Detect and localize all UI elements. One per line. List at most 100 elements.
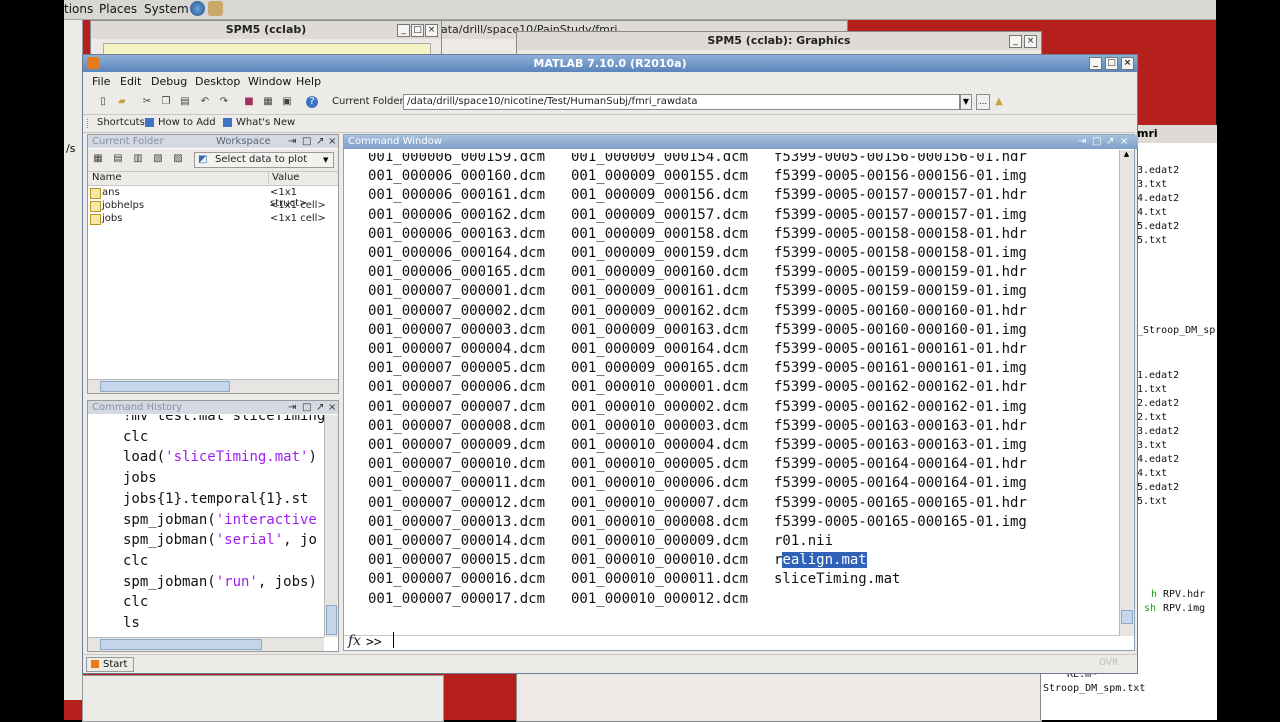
workspace-undock-icon[interactable]: ⇥ (288, 135, 296, 148)
delete-variable-icon[interactable]: ▨ (172, 153, 184, 165)
spm5-graphics-close-button[interactable]: × (1024, 35, 1037, 48)
cmdwin-pin-icon[interactable]: ↗ (1106, 135, 1114, 149)
cut-icon[interactable]: ✂ (141, 96, 153, 108)
history-undock-icon[interactable]: ⇥ (288, 401, 296, 414)
right-file-entry[interactable]: 4.txt (1137, 468, 1167, 479)
history-entry[interactable]: !mv test.mat sliceTiming (123, 415, 324, 424)
right-file-entry[interactable]: 4.txt (1137, 207, 1167, 218)
history-hscrollbar[interactable] (88, 637, 324, 651)
spm5-maximize-button[interactable]: □ (411, 24, 424, 37)
places-menu[interactable]: Places (99, 2, 137, 16)
workspace-close-icon[interactable]: × (328, 135, 336, 148)
history-entry[interactable]: spm_jobman('interactive (123, 512, 317, 528)
system-menu[interactable]: System (144, 2, 189, 16)
open-folder-icon[interactable]: ▰ (116, 96, 128, 108)
cmdwin-vscroll-thumb[interactable] (1121, 610, 1133, 624)
up-folder-icon[interactable]: ▲ (993, 96, 1005, 108)
right-file-entry[interactable]: 5.edat2 (1137, 482, 1179, 493)
history-pin-icon[interactable]: ↗ (316, 401, 324, 414)
tab-current-folder[interactable]: Current Folder (92, 136, 164, 147)
command-prompt-row[interactable]: fx >> (344, 632, 1119, 650)
right-file-entry[interactable]: 4.edat2 (1137, 454, 1179, 465)
workspace-col-name[interactable]: Name (92, 172, 122, 183)
matlab-close-button[interactable]: × (1121, 57, 1134, 70)
function-browser-icon[interactable]: fx (348, 633, 361, 649)
print-workspace-icon[interactable]: ▧ (152, 153, 164, 165)
menu-window[interactable]: Window (248, 75, 291, 88)
right-file-entry[interactable]: 2.txt (1137, 412, 1167, 423)
right-file-entry[interactable]: 3.txt (1137, 440, 1167, 451)
help-icon[interactable]: ? (306, 96, 318, 108)
spm5-minimize-button[interactable]: _ (397, 24, 410, 37)
right-file-entry[interactable]: 5.txt (1137, 235, 1167, 246)
folder-dropdown-icon[interactable]: ▼ (960, 94, 972, 110)
right-file-entry[interactable]: 1.edat2 (1137, 370, 1179, 381)
open-variable-icon[interactable]: ▤ (112, 153, 124, 165)
history-entry[interactable]: clc (123, 553, 148, 569)
cmdwin-scroll-up-icon[interactable]: ▲ (1121, 150, 1132, 161)
history-vscrollbar[interactable] (324, 415, 338, 637)
right-file-entry[interactable]: 3.txt (1137, 179, 1167, 190)
spm5-graphics-minimize-button[interactable]: _ (1009, 35, 1022, 48)
right-file-entry[interactable]: 3.edat2 (1137, 165, 1179, 176)
plot-selector[interactable]: ◩ Select data to plot ▼ (194, 152, 334, 168)
menu-file[interactable]: File (92, 75, 110, 88)
workspace-row[interactable]: ans <1x1 struct> (88, 187, 336, 209)
right-file-entry[interactable]: 3.edat2 (1137, 426, 1179, 437)
history-entry[interactable]: spm_jobman('run', jobs) (123, 574, 317, 590)
right-file-entry[interactable]: 5.edat2 (1137, 221, 1179, 232)
new-file-icon[interactable]: ▯ (97, 96, 109, 108)
right-file-entry[interactable]: 2.edat2 (1137, 398, 1179, 409)
command-window[interactable]: Command Window ⇥ □ ↗ × 001_000006_000159… (343, 134, 1138, 651)
history-vscroll-thumb[interactable] (326, 605, 337, 635)
workspace-row[interactable]: jobs <1x1 cell> (88, 213, 336, 226)
right-file-entry[interactable]: 4.edat2 (1137, 193, 1179, 204)
matlab-minimize-button[interactable]: _ (1089, 57, 1102, 70)
how-to-add-link[interactable]: How to Add (158, 117, 216, 128)
applications-menu[interactable]: tions (64, 2, 93, 16)
history-entry[interactable]: clc (123, 594, 148, 610)
mail-launcher-icon[interactable] (208, 1, 223, 16)
right-file-entry[interactable]: 5.txt (1137, 496, 1167, 507)
undo-icon[interactable]: ↶ (199, 96, 211, 108)
workspace-row[interactable]: jobhelps <1x1 cell> (88, 200, 336, 213)
history-close-icon[interactable]: × (328, 401, 336, 414)
workspace-hscroll-thumb[interactable] (100, 381, 230, 392)
menu-desktop[interactable]: Desktop (195, 75, 240, 88)
history-entry[interactable]: jobs{1}.temporal{1}.st (123, 491, 308, 507)
save-workspace-icon[interactable]: ▥ (132, 153, 144, 165)
workspace-hscrollbar[interactable] (88, 379, 338, 393)
matlab-maximize-button[interactable]: □ (1105, 57, 1118, 70)
start-button[interactable]: Start (86, 657, 135, 672)
history-entry[interactable]: spm_jobman('serial', jo (123, 532, 317, 548)
workspace-pin-icon[interactable]: ↗ (316, 135, 324, 148)
menu-debug[interactable]: Debug (151, 75, 187, 88)
browse-folder-button[interactable]: … (976, 94, 990, 110)
cmdwin-maximize-icon[interactable]: □ (1092, 135, 1101, 149)
guide-icon[interactable]: ▦ (262, 96, 274, 108)
current-folder-input[interactable]: /data/drill/space10/nicotine/Test/HumanS… (403, 94, 960, 110)
history-entry[interactable]: ls (123, 615, 140, 631)
matlab-window[interactable]: MATLAB 7.10.0 (R2010a) _ □ × File Edit D… (82, 54, 1138, 674)
redo-icon[interactable]: ↷ (218, 96, 230, 108)
right-file-entry[interactable]: _Stroop_DM_sp (1137, 325, 1215, 336)
cmdwin-vscrollbar[interactable]: ▲ (1119, 150, 1134, 636)
history-entry[interactable]: jobs (123, 470, 157, 486)
menu-help[interactable]: Help (296, 75, 321, 88)
tab-workspace[interactable]: Workspace (216, 135, 271, 148)
whats-new-link[interactable]: What's New (236, 117, 295, 128)
paste-icon[interactable]: ▤ (179, 96, 191, 108)
cmdwin-undock-icon[interactable]: ⇥ (1078, 135, 1086, 149)
cmdwin-close-icon[interactable]: × (1120, 135, 1128, 149)
new-variable-icon[interactable]: ▦ (92, 153, 104, 165)
workspace-col-value[interactable]: Value (268, 172, 299, 183)
profiler-icon[interactable]: ▣ (281, 96, 293, 108)
menu-edit[interactable]: Edit (120, 75, 141, 88)
browser-launcher-icon[interactable] (190, 1, 205, 16)
right-file-entry[interactable]: 1.txt (1137, 384, 1167, 395)
spm5-close-button[interactable]: × (425, 24, 438, 37)
history-entry[interactable]: load('sliceTiming.mat') (123, 449, 317, 465)
history-entry[interactable]: clc (123, 429, 148, 445)
workspace-maximize-icon[interactable]: □ (302, 135, 311, 148)
history-hscroll-thumb[interactable] (100, 639, 262, 650)
